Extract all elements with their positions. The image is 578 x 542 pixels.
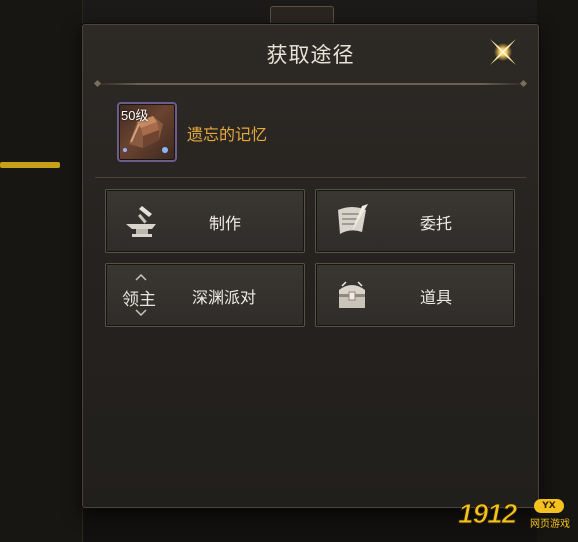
logo-subtitle: 网页游戏 [530, 519, 570, 530]
background-left-panel [0, 0, 83, 542]
background-level-tag [270, 6, 334, 26]
commission-label: 委托 [420, 214, 453, 233]
item-divider [95, 177, 526, 178]
background-right-panel [537, 0, 578, 542]
source-button-item[interactable]: 道具 [315, 263, 515, 327]
background-progress-bar [0, 162, 60, 168]
abyss-party-label: 深渊派对 [192, 288, 257, 307]
scroll-quill-icon [338, 204, 368, 234]
source-button-craft[interactable]: 制作 [105, 189, 305, 253]
anvil-icon [126, 206, 156, 237]
logo-number: 1912 [457, 498, 517, 530]
site-watermark-logo: 1912 YX 网页游戏 [457, 498, 570, 531]
lord-badge-icon: 领主 [118, 274, 164, 316]
logo-badge: YX [534, 499, 564, 513]
dialog-title: 获取途径 [266, 43, 355, 67]
item-level-badge: 50级 [121, 108, 149, 123]
item-name: 遗忘的记忆 [187, 125, 268, 144]
source-button-abyss-party[interactable]: 领主 深渊派对 [105, 263, 305, 327]
lord-badge-text: 领主 [122, 290, 156, 310]
treasure-chest-icon [339, 281, 365, 308]
close-button[interactable] [486, 35, 520, 69]
acquisition-dialog: 获取途径 50级 遗忘的记忆 制作 委托 领主 深渊派对 道具 [82, 24, 539, 508]
source-button-commission[interactable]: 委托 [315, 189, 515, 253]
close-icon [490, 39, 516, 65]
title-divider [95, 83, 526, 85]
item-icon[interactable]: 50级 [117, 102, 177, 162]
craft-label: 制作 [209, 214, 242, 233]
item-source-label: 道具 [420, 288, 453, 307]
